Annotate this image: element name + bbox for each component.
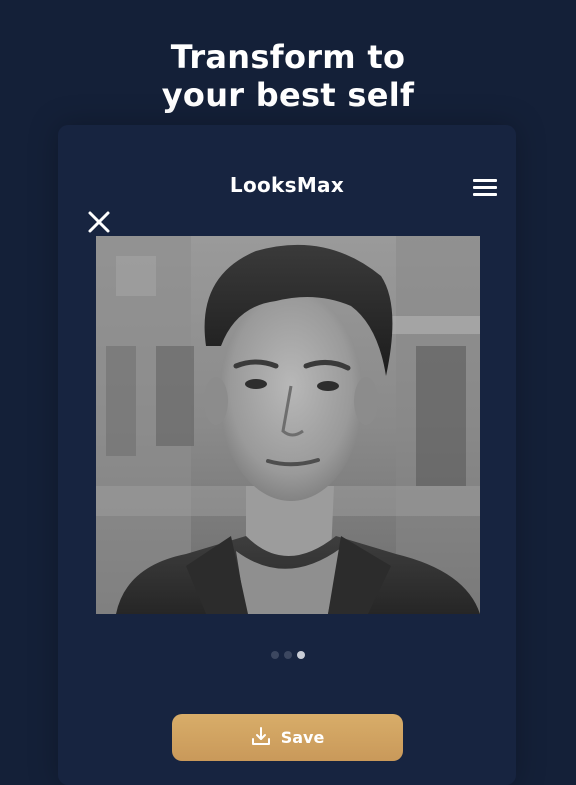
portrait-photo: [96, 236, 480, 614]
close-icon[interactable]: [86, 209, 112, 235]
page-dot-active[interactable]: [297, 651, 305, 659]
headline-line-1: Transform to: [170, 38, 406, 76]
page-dot[interactable]: [284, 651, 292, 659]
hamburger-menu-icon[interactable]: [473, 178, 497, 198]
page-dot[interactable]: [271, 651, 279, 659]
headline: Transform to your best self: [0, 38, 576, 114]
app-title: LooksMax: [229, 173, 345, 197]
save-button[interactable]: Save: [172, 714, 403, 761]
headline-line-2: your best self: [161, 76, 415, 114]
page-indicator: [0, 651, 576, 659]
download-icon: [251, 726, 271, 750]
save-button-label: Save: [280, 728, 325, 747]
